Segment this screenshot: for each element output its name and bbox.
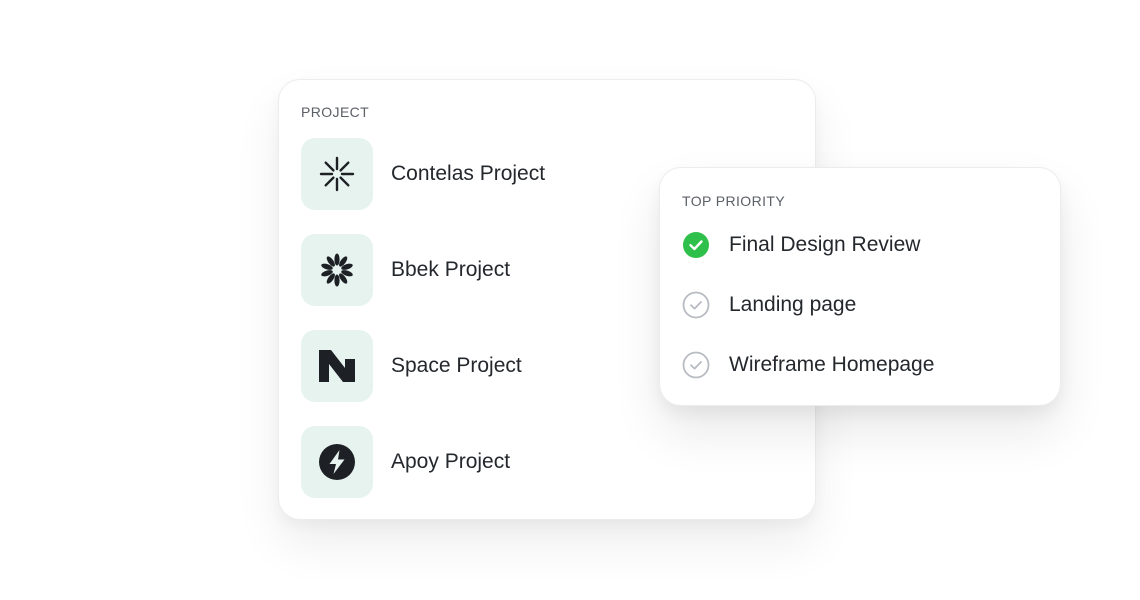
check-circle-outline-icon[interactable]: [682, 291, 710, 319]
project-name: Space Project: [391, 354, 522, 377]
lightning-bolt-icon: [319, 444, 355, 480]
project-section-label: PROJECT: [301, 104, 370, 120]
project-icon-tile: [301, 234, 373, 306]
project-item-apoy[interactable]: Apoy Project: [301, 426, 510, 498]
project-icon-tile: [301, 426, 373, 498]
project-item-space[interactable]: Space Project: [301, 330, 522, 402]
petal-flower-icon: [321, 253, 353, 287]
task-item-final-design-review[interactable]: Final Design Review: [682, 230, 920, 260]
priority-section-label: TOP PRIORITY: [682, 193, 786, 209]
task-item-wireframe-homepage[interactable]: Wireframe Homepage: [682, 350, 934, 380]
task-label: Wireframe Homepage: [729, 353, 935, 376]
check-circle-outline-icon[interactable]: [682, 351, 710, 379]
project-item-contelas[interactable]: Contelas Project: [301, 138, 545, 210]
asterisk-burst-icon: [319, 156, 355, 192]
task-label: Landing page: [729, 293, 857, 316]
project-name: Apoy Project: [391, 450, 511, 473]
project-name: Bbek Project: [391, 258, 511, 281]
n-logo-icon: [319, 350, 355, 382]
check-circle-filled-icon[interactable]: [682, 231, 710, 259]
project-item-bbek[interactable]: Bbek Project: [301, 234, 510, 306]
project-icon-tile: [301, 330, 373, 402]
project-name: Contelas Project: [391, 162, 546, 185]
priority-card: TOP PRIORITY Final Design Review Landing…: [659, 167, 1061, 406]
task-item-landing-page[interactable]: Landing page: [682, 290, 856, 320]
project-icon-tile: [301, 138, 373, 210]
task-label: Final Design Review: [729, 233, 921, 256]
